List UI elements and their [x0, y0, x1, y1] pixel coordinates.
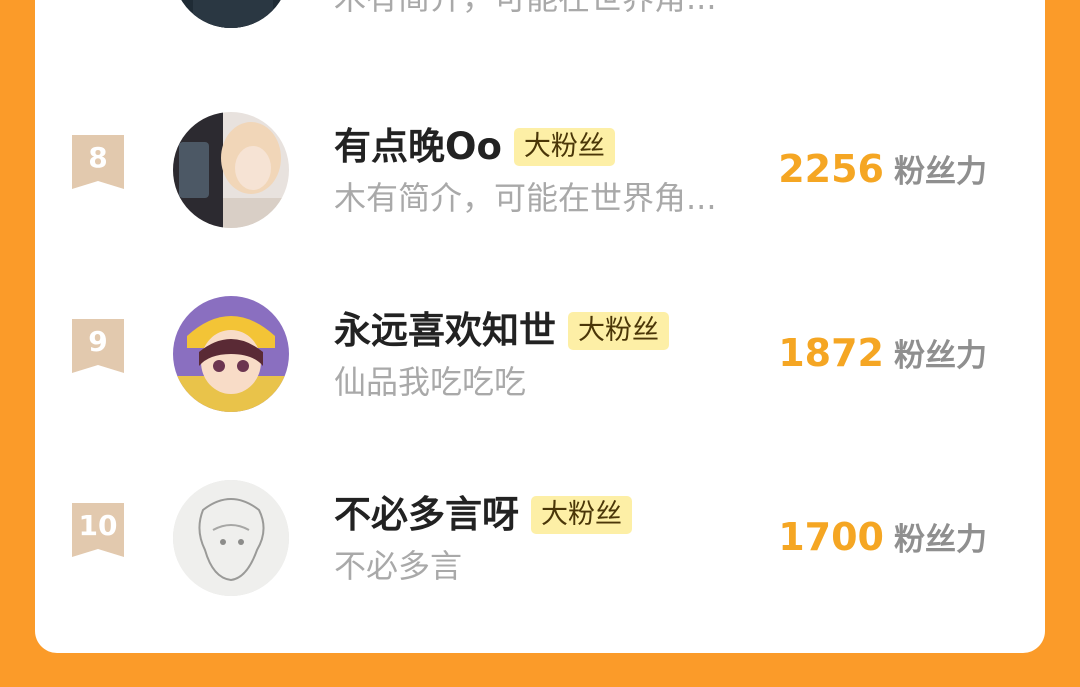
user-bio: 木有简介，可能在世界角... [334, 179, 717, 217]
fan-power: 2256 粉丝力 [778, 144, 987, 194]
fan-power-unit: 粉丝力 [894, 522, 987, 558]
list-item[interactable]: 木有简介，可能在世界角... [35, 0, 1045, 28]
user-name[interactable]: 有点晚Oo [334, 122, 502, 172]
fan-level-badge: 大粉丝 [513, 128, 615, 166]
fan-power: 1700 粉丝力 [778, 512, 987, 562]
fan-level-badge: 大粉丝 [531, 496, 632, 534]
rank-number: 10 [78, 509, 118, 542]
fan-power-value: 1872 [778, 331, 884, 375]
rank-ribbon: 9 [72, 319, 124, 373]
user-bio: 不必多言 [334, 547, 463, 585]
fan-power-value: 2256 [778, 147, 884, 191]
rank-ribbon: 8 [72, 135, 124, 189]
ranking-card: 木有简介，可能在世界角... 8 有点晚Oo 大粉丝 木有简介，可能在世界角..… [35, 0, 1045, 653]
rank-ribbon: 10 [72, 503, 124, 557]
avatar[interactable] [173, 296, 289, 412]
list-item[interactable]: 10 不必多言呀 大粉丝 不必多言 1700 粉丝力 [35, 440, 1045, 596]
list-item[interactable]: 8 有点晚Oo 大粉丝 木有简介，可能在世界角... 2256 粉丝力 [35, 72, 1045, 228]
avatar[interactable] [173, 112, 289, 228]
avatar[interactable] [173, 0, 289, 28]
fan-power-unit: 粉丝力 [894, 338, 987, 374]
user-name[interactable]: 不必多言呀 [334, 490, 519, 540]
list-item[interactable]: 9 永远喜欢知世 大粉丝 仙品我吃吃吃 1872 粉丝力 [35, 256, 1045, 412]
user-bio: 仙品我吃吃吃 [334, 363, 527, 401]
rank-number: 9 [88, 325, 108, 358]
user-bio: 木有简介，可能在世界角... [334, 0, 717, 20]
fan-power-unit: 粉丝力 [894, 154, 987, 190]
avatar[interactable] [173, 480, 289, 596]
fan-level-badge: 大粉丝 [568, 312, 669, 350]
user-name[interactable]: 永远喜欢知世 [334, 306, 556, 356]
fan-power: 1872 粉丝力 [778, 328, 987, 378]
fan-power-value: 1700 [778, 515, 884, 559]
rank-number: 8 [88, 141, 108, 174]
